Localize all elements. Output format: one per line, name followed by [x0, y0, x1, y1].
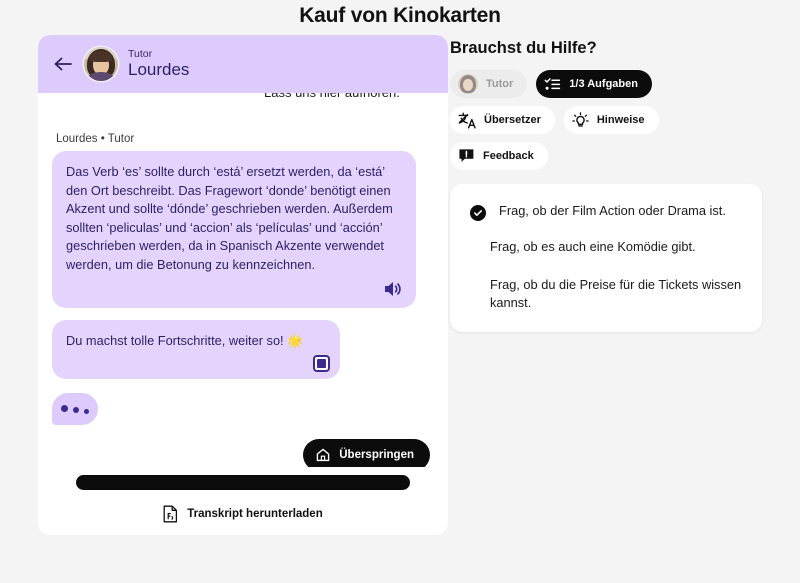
- chip-hints-label: Hinweise: [596, 114, 645, 126]
- back-arrow-icon[interactable]: [52, 53, 74, 75]
- lightbulb-icon: [572, 111, 589, 129]
- task-item-1[interactable]: Frag, ob der Film Action oder Drama ist.: [470, 202, 742, 221]
- checklist-icon: [544, 76, 561, 93]
- help-panel: Brauchst du Hilfe? Tutor 1/3 Aufgaben Üb…: [450, 35, 762, 332]
- skip-button[interactable]: Überspringen: [303, 438, 430, 467]
- page-title: Kauf von Kinokarten: [299, 4, 501, 27]
- task-item-3[interactable]: Frag, ob du die Preise für die Tickets w…: [470, 276, 742, 312]
- chip-tutor[interactable]: Tutor: [450, 70, 528, 98]
- message-input[interactable]: [76, 475, 410, 490]
- tutor-avatar-icon: [458, 74, 478, 94]
- feedback-bubble-icon: [458, 148, 475, 164]
- tutor-role-label: Tutor: [128, 48, 153, 61]
- pdf-file-icon: [163, 505, 178, 523]
- task-item-1-label: Frag, ob der Film Action oder Drama ist.: [499, 203, 726, 218]
- chat-panel: Tutor Lourdes Lass uns hier aufhören. Lo…: [38, 35, 448, 535]
- chat-header-text: Tutor Lourdes: [128, 49, 189, 79]
- task-suggestions-card: Frag, ob der Film Action oder Drama ist.…: [450, 184, 762, 332]
- help-chip-row: Tutor 1/3 Aufgaben Übersetzer Hinweise F…: [450, 70, 762, 170]
- typing-indicator: [52, 392, 98, 425]
- task-item-3-label: Frag, ob du die Preise für die Tickets w…: [490, 277, 742, 310]
- chip-tasks[interactable]: 1/3 Aufgaben: [536, 70, 652, 98]
- home-icon: [315, 447, 331, 463]
- tutor-message-bubble: Das Verb ‘es’ sollte durch ‘está’ ersetz…: [52, 151, 416, 309]
- chip-translator[interactable]: Übersetzer: [450, 106, 555, 134]
- pending-dot-icon: [470, 241, 477, 259]
- message-author-label: Lourdes • Tutor: [56, 133, 135, 145]
- chat-header: Tutor Lourdes: [38, 35, 448, 93]
- task-item-2-label: Frag, ob es auch eine Komödie gibt.: [490, 239, 696, 254]
- task-item-2[interactable]: Frag, ob es auch eine Komödie gibt.: [470, 238, 742, 259]
- help-panel-title: Brauchst du Hilfe?: [450, 39, 597, 57]
- encouragement-bubble: Du machst tolle Fortschritte, weiter so!…: [52, 320, 340, 379]
- stop-icon[interactable]: [313, 354, 330, 372]
- chip-tasks-label: 1/3 Aufgaben: [569, 78, 638, 90]
- main-layout: Tutor Lourdes Lass uns hier aufhören. Lo…: [0, 35, 800, 583]
- speaker-icon[interactable]: [382, 278, 404, 300]
- chip-feedback-label: Feedback: [483, 150, 534, 162]
- pending-dot-icon: [470, 288, 477, 306]
- chat-scroll-area[interactable]: Lass uns hier aufhören. Lourdes • Tutor …: [38, 35, 448, 467]
- download-transcript-button[interactable]: Transkript herunterladen: [76, 505, 410, 523]
- tutor-message-text: Das Verb ‘es’ sollte durch ‘está’ ersetz…: [66, 164, 393, 272]
- check-circle-icon: [470, 205, 486, 221]
- chip-translator-label: Übersetzer: [484, 114, 541, 126]
- download-transcript-label: Transkript herunterladen: [187, 508, 323, 520]
- avatar: [84, 47, 118, 81]
- encouragement-text: Du machst tolle Fortschritte, weiter so!…: [66, 333, 304, 349]
- tutor-name-label: Lourdes: [128, 60, 190, 80]
- skip-row: Überspringen: [46, 425, 440, 467]
- chip-tutor-label: Tutor: [486, 78, 514, 90]
- chat-footer: Transkript herunterladen: [38, 467, 448, 535]
- chip-feedback[interactable]: Feedback: [450, 142, 548, 170]
- chip-hints[interactable]: Hinweise: [563, 106, 659, 134]
- skip-button-label: Überspringen: [339, 448, 414, 461]
- translate-icon: [458, 112, 476, 129]
